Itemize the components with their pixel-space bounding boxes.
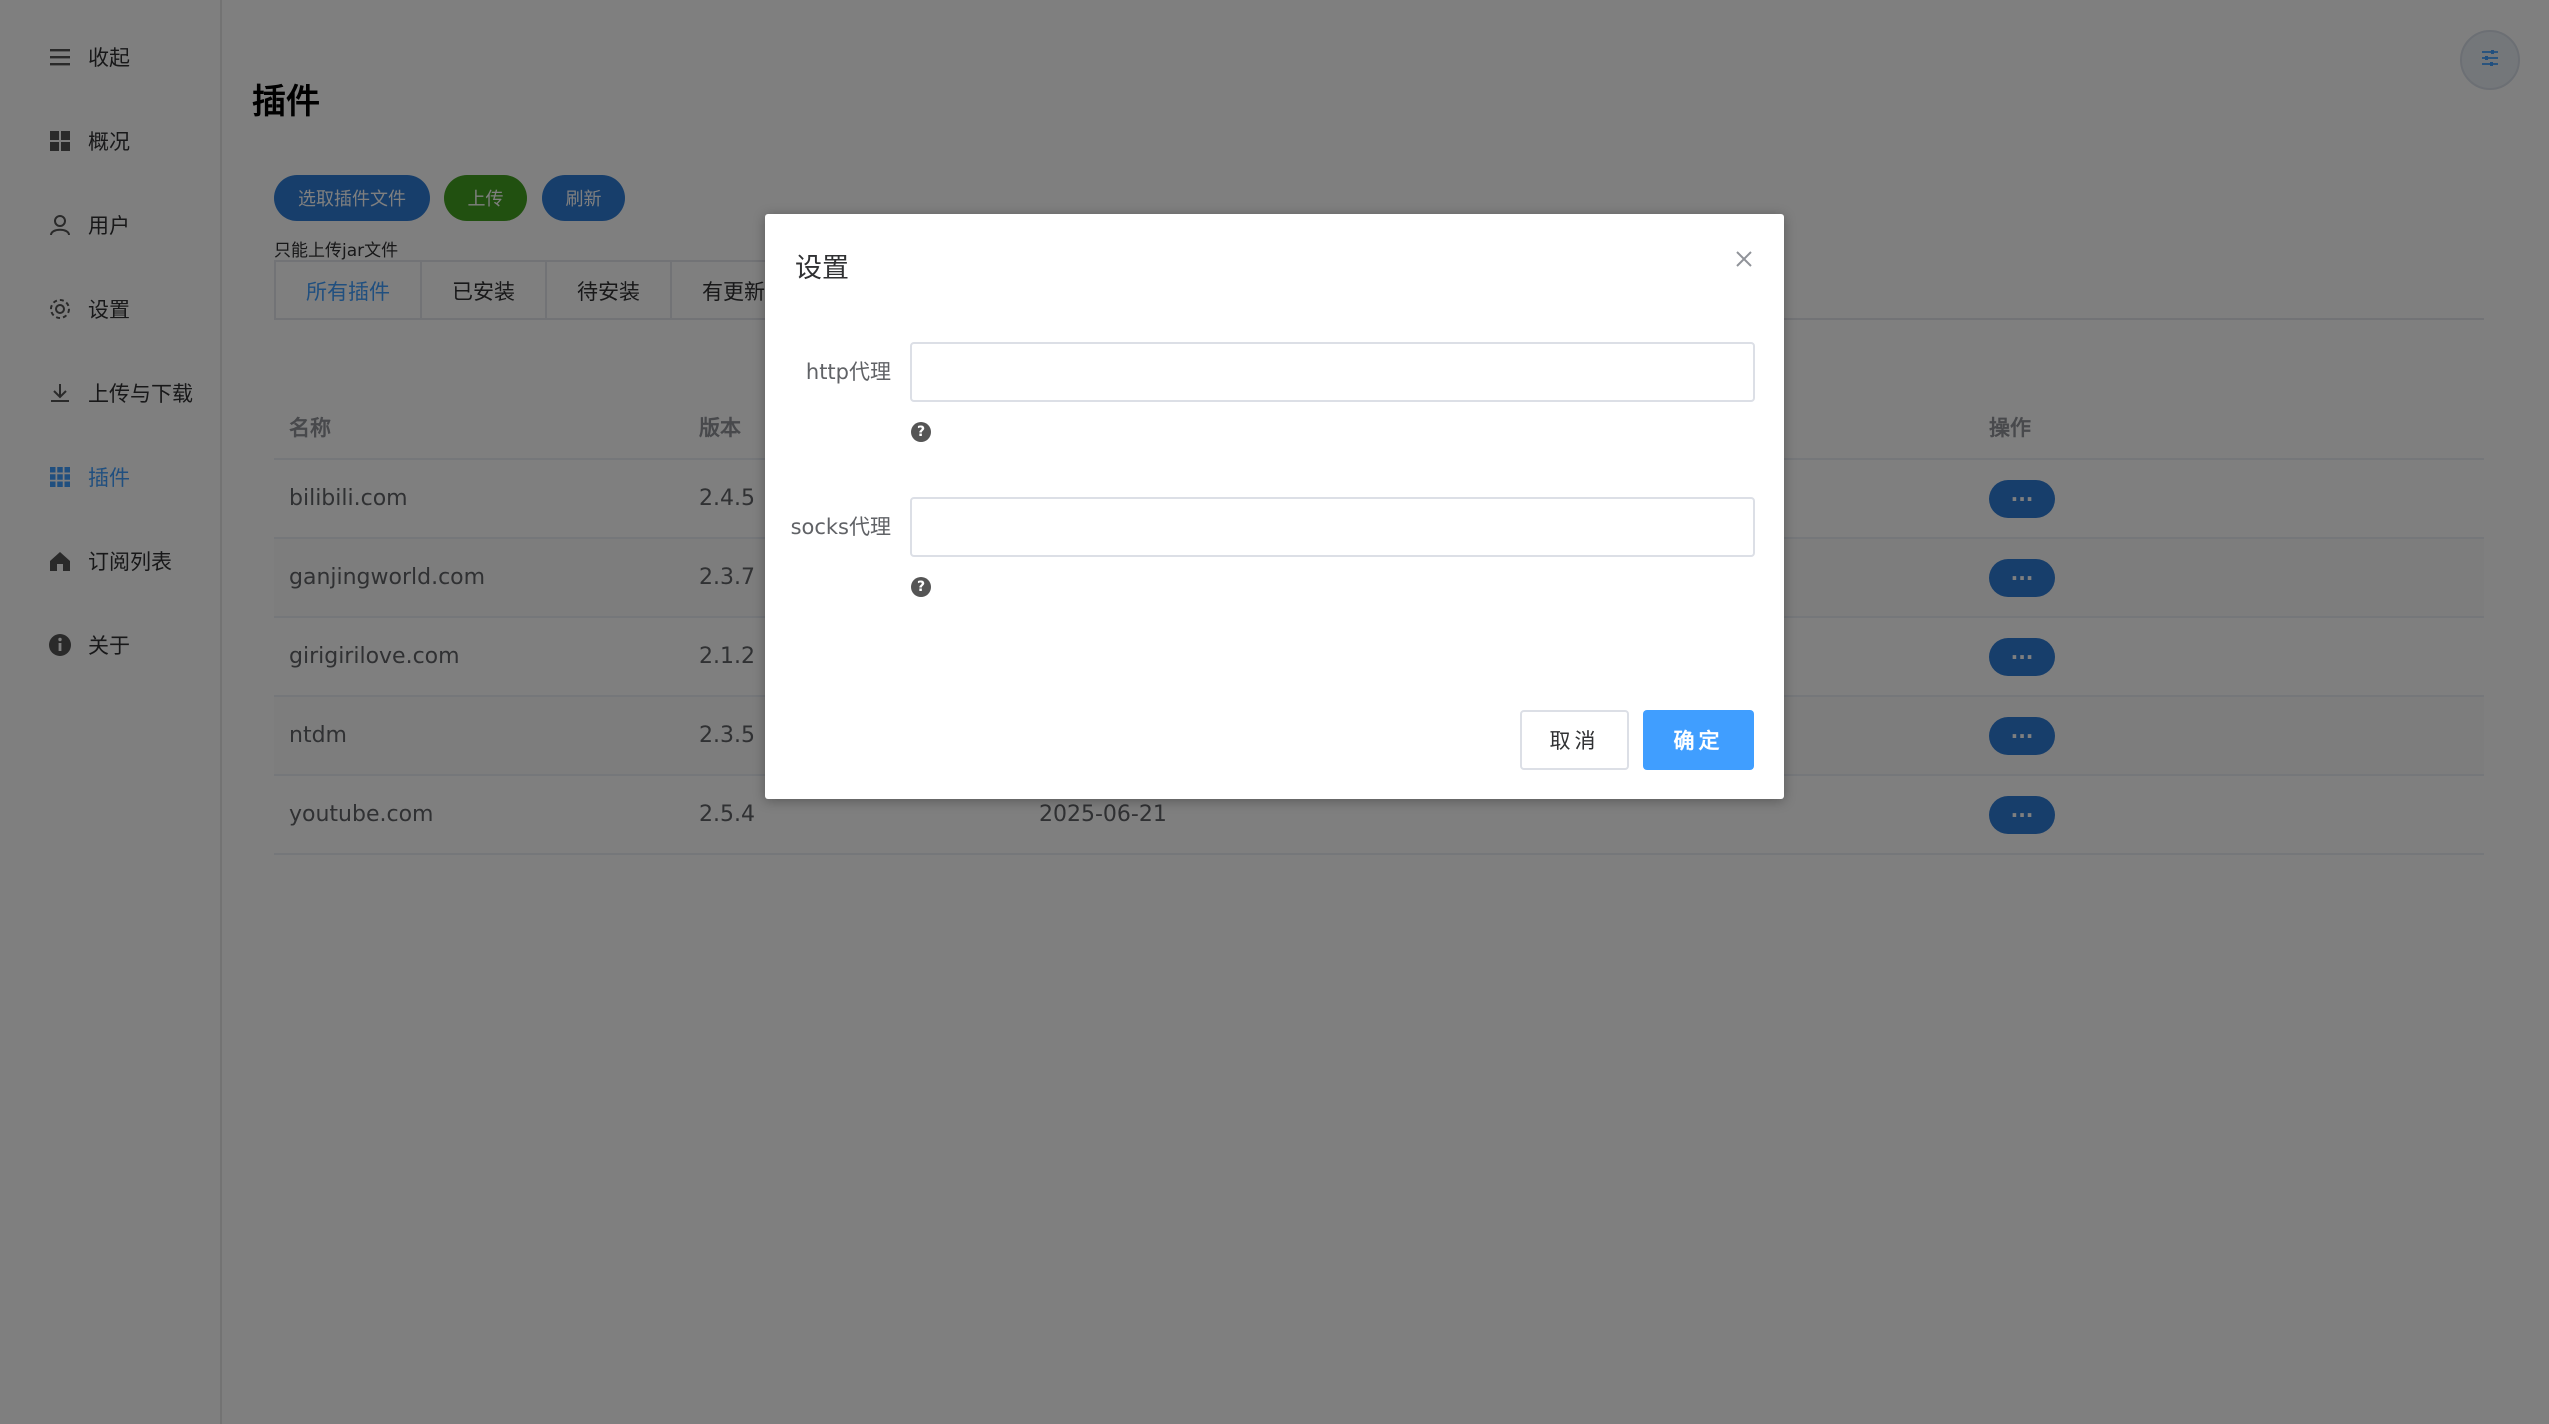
dialog-title: 设置 [795,253,849,284]
socks-proxy-input[interactable] [910,497,1755,557]
socks-proxy-label: socks代理 [790,515,891,539]
http-proxy-label: http代理 [805,360,891,384]
close-icon [1734,249,1754,273]
help-icon[interactable]: ? [911,577,931,597]
http-proxy-input[interactable] [910,342,1755,402]
close-button[interactable] [1727,244,1761,278]
help-icon[interactable]: ? [911,422,931,442]
confirm-button[interactable]: 确定 [1643,710,1754,770]
app-window: 收起 概况 用户 设置 上传与下载 [0,0,2549,1424]
settings-dialog: 设置 http代理 ? socks代理 ? 取消 确定 [765,214,1784,799]
cancel-button[interactable]: 取消 [1520,710,1629,770]
